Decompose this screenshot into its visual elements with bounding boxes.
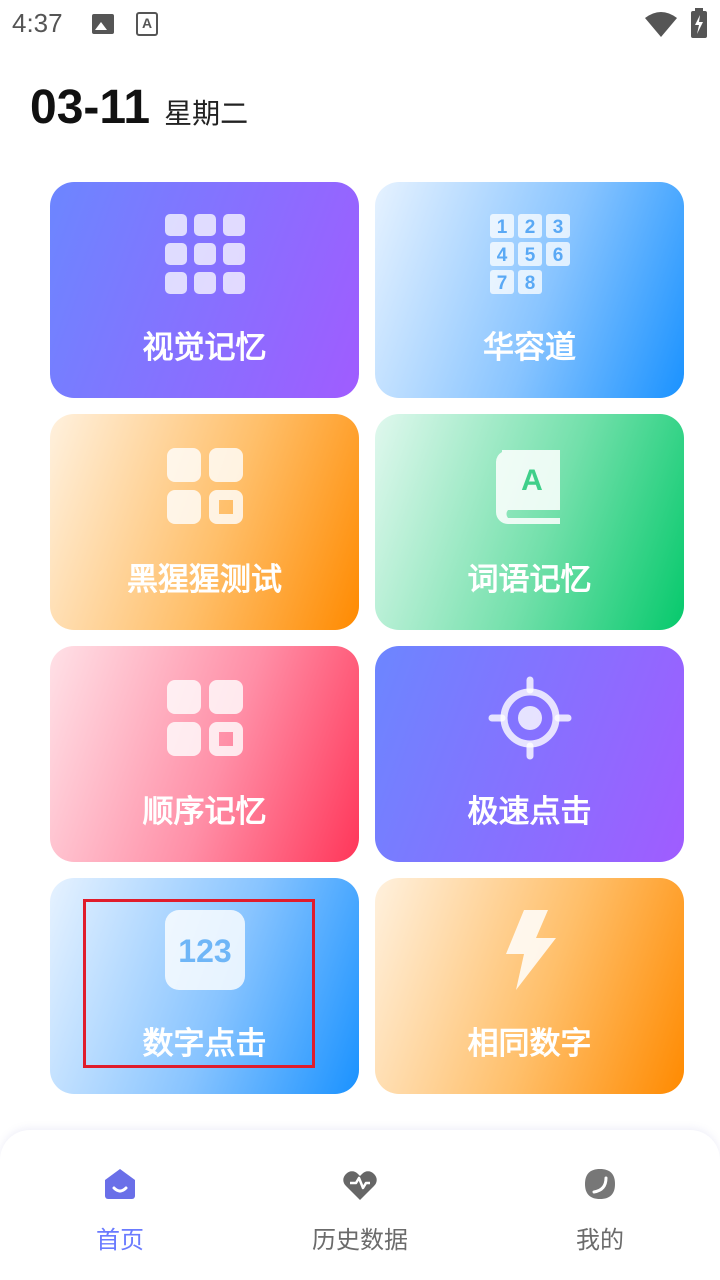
- nav-label: 我的: [576, 1226, 624, 1254]
- card-label: 极速点击: [467, 794, 592, 830]
- card-label: 华容道: [483, 330, 576, 366]
- card-same-number[interactable]: 相同数字: [375, 878, 684, 1094]
- nav-item-profile[interactable]: 我的: [520, 1166, 680, 1255]
- profile-leaf-icon: [585, 1169, 615, 1199]
- nav-label: 历史数据: [312, 1226, 408, 1254]
- lightning-icon: [505, 910, 556, 990]
- book-icon: A: [495, 450, 560, 524]
- puzzle-digit: 2: [524, 217, 535, 238]
- card-visual-memory[interactable]: 视觉记忆: [50, 182, 359, 398]
- date-text: 03-11: [30, 81, 151, 134]
- card-klotski[interactable]: 1 2 3 4 5 6 7 8 华容道: [375, 182, 684, 398]
- battery-charging-icon: [691, 8, 707, 38]
- bottom-nav: 首页 历史数据 我的: [0, 1130, 720, 1280]
- nav-item-home[interactable]: 首页: [40, 1166, 200, 1255]
- nav-label: 首页: [96, 1226, 144, 1254]
- target-icon: [488, 676, 571, 760]
- puzzle-digit: 7: [496, 273, 507, 294]
- date-header: 03-11 星期二: [30, 80, 248, 140]
- text-notification-icon: A: [136, 12, 158, 36]
- grid-dots-icon: [164, 214, 245, 294]
- puzzle-digit: 1: [496, 217, 507, 238]
- selection-highlight: [83, 899, 315, 1068]
- card-speed-click[interactable]: 极速点击: [375, 646, 684, 862]
- book-letter: A: [521, 464, 543, 497]
- history-icon: [343, 1171, 377, 1200]
- card-label: 视觉记忆: [142, 330, 267, 366]
- home-icon: [105, 1169, 135, 1199]
- card-sequence-memory[interactable]: 顺序记忆: [50, 646, 359, 862]
- number-puzzle-icon: 1 2 3 4 5 6 7 8: [489, 214, 570, 294]
- card-label: 相同数字: [467, 1026, 592, 1062]
- image-notification-icon: [92, 14, 114, 34]
- card-chimp-test[interactable]: 黑猩猩测试: [50, 414, 359, 630]
- app-grid-icon: [166, 448, 243, 524]
- wifi-icon: [645, 12, 677, 37]
- status-bar: 4:37 A: [0, 0, 720, 48]
- card-label: 黑猩猩测试: [127, 562, 282, 598]
- card-label: 顺序记忆: [142, 794, 267, 830]
- puzzle-digit: 4: [496, 245, 507, 266]
- status-time: 4:37: [12, 8, 63, 38]
- card-word-memory[interactable]: A 词语记忆: [375, 414, 684, 630]
- puzzle-digit: 3: [552, 217, 563, 238]
- nav-item-history[interactable]: 历史数据: [280, 1166, 440, 1255]
- app-grid-icon: [166, 680, 243, 756]
- puzzle-digit: 5: [524, 245, 535, 266]
- puzzle-digit: 6: [552, 245, 563, 266]
- card-label: 词语记忆: [467, 562, 592, 598]
- weekday-text: 星期二: [164, 97, 249, 130]
- puzzle-digit: 8: [524, 273, 535, 294]
